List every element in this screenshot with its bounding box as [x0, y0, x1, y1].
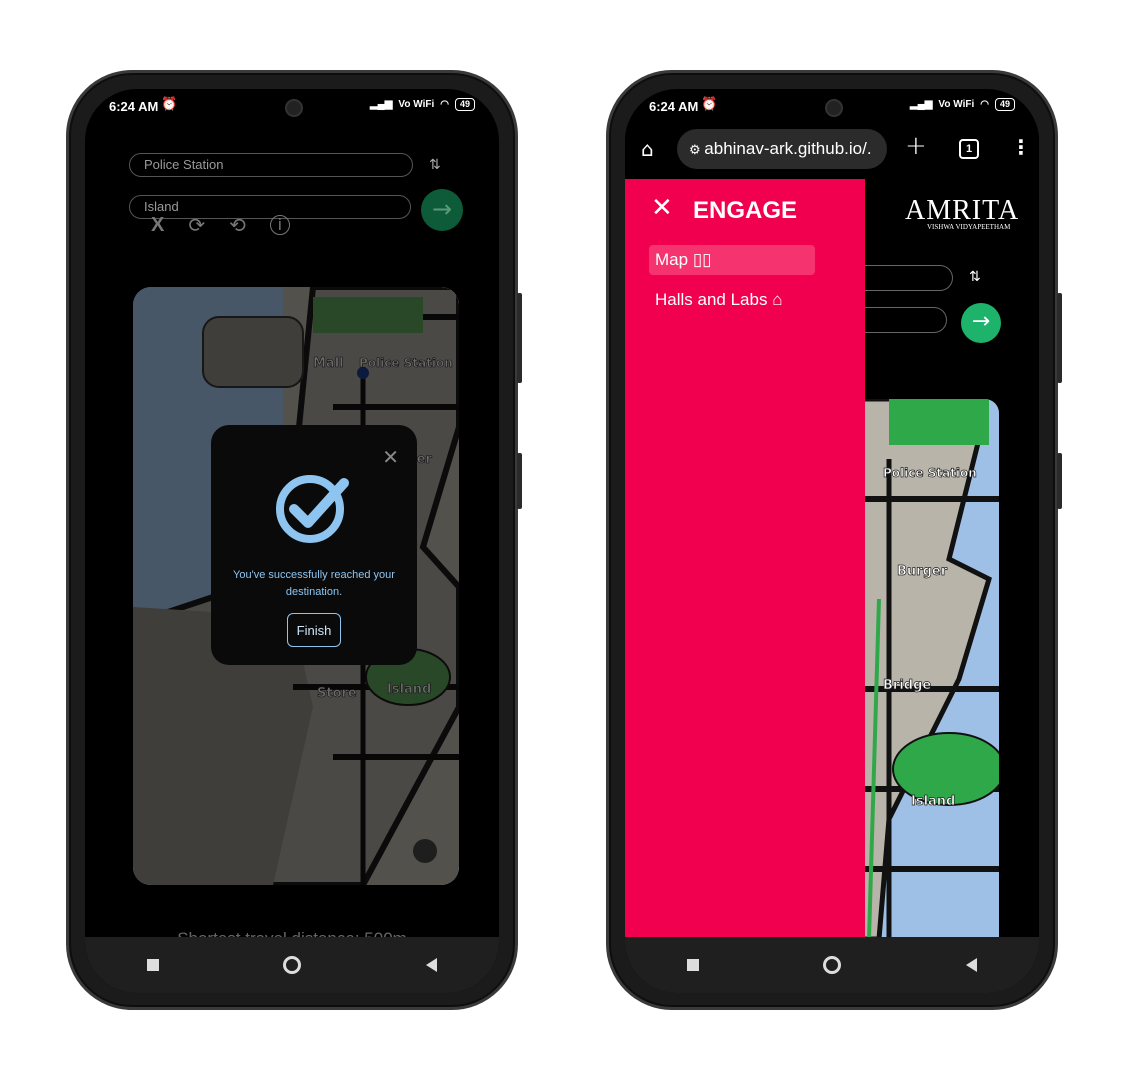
check-circle-icon: [276, 475, 349, 543]
recents-button[interactable]: [147, 959, 160, 971]
camera-cutout: [285, 99, 303, 117]
url-text: abhinav-ark.github.io/.: [704, 139, 872, 158]
source-input[interactable]: [863, 265, 953, 291]
right-screen: 6:24 AM ⏰ ▂▄▆ Vo WiFi ◠ 49 ⌂ ⚙ abhinav-a…: [625, 89, 1039, 993]
home-button[interactable]: [823, 956, 842, 974]
alarm-icon: ⏰: [161, 97, 178, 112]
alarm-icon: ⏰: [701, 97, 718, 112]
building-icon: ⌂: [772, 290, 783, 309]
go-button[interactable]: →: [961, 303, 1001, 343]
power-button: [517, 453, 522, 509]
site-settings-icon[interactable]: ⚙: [689, 142, 704, 157]
status-bar: 6:24 AM ⏰ ▂▄▆ Vo WiFi ◠ 49: [85, 89, 499, 123]
new-tab-icon[interactable]: +: [905, 131, 927, 161]
info-icon[interactable]: i: [269, 215, 290, 235]
volume-button: [1057, 293, 1062, 383]
close-drawer-icon[interactable]: ✕: [651, 193, 673, 223]
amrita-logo: AMRITA VISHWA VIDYAPEETHAM: [905, 195, 1020, 231]
nav-bar: [85, 937, 499, 993]
status-icons: ▂▄▆ Vo WiFi ◠ 49: [370, 98, 475, 111]
map-toolbar: X ⟳ ⟲ i: [151, 213, 290, 237]
map-label-island: Island: [911, 794, 955, 809]
success-dialog: ✕ You've successfully reached your desti…: [211, 425, 417, 665]
signal-icon: ▂▄▆: [909, 99, 933, 110]
volte-label: Vo WiFi: [398, 99, 435, 110]
drawer-item-halls-and-labs[interactable]: Halls and Labs ⌂: [649, 285, 788, 315]
close-icon[interactable]: ✕: [382, 445, 399, 469]
nav-drawer: ✕ ENGAGE Map ▯▯ Halls and Labs ⌂: [625, 179, 865, 937]
reset-icon[interactable]: ⟲: [229, 213, 246, 237]
refresh-icon[interactable]: ⟳: [188, 213, 205, 237]
home-button[interactable]: [283, 956, 302, 974]
drawer-item-label: Map: [655, 250, 689, 269]
swap-icon[interactable]: ⇅: [969, 269, 981, 285]
map-label-burger: Burger: [897, 564, 948, 579]
volte-label: Vo WiFi: [938, 99, 975, 110]
status-bar: 6:24 AM ⏰ ▂▄▆ Vo WiFi ◠ 49: [625, 89, 1039, 123]
tab-switcher[interactable]: 1: [959, 139, 979, 159]
map-graphic: Police Station Burger Bridge Island: [849, 399, 999, 939]
right-phone: 6:24 AM ⏰ ▂▄▆ Vo WiFi ◠ 49 ⌂ ⚙ abhinav-a…: [606, 70, 1062, 1010]
back-button[interactable]: [965, 958, 977, 972]
drawer-item-label: Halls and Labs: [655, 290, 768, 309]
destination-input[interactable]: [863, 307, 947, 333]
battery-icon: 49: [994, 98, 1015, 111]
campus-map[interactable]: Police Station Burger Bridge Island: [849, 399, 999, 939]
wifi-icon: ◠: [440, 99, 449, 110]
clear-button[interactable]: X: [151, 214, 164, 237]
brand-name: AMRITA: [905, 195, 1020, 226]
power-button: [1057, 453, 1062, 509]
status-icons: ▂▄▆ Vo WiFi ◠ 49: [910, 98, 1015, 111]
success-message: You've successfully reached your destina…: [233, 569, 395, 598]
recents-button[interactable]: [687, 959, 700, 971]
battery-icon: 49: [454, 98, 475, 111]
address-bar[interactable]: ⚙ abhinav-ark.github.io/.: [677, 129, 887, 169]
source-input[interactable]: Police Station: [129, 153, 413, 177]
map-label-bridge: Bridge: [883, 678, 931, 693]
home-icon[interactable]: ⌂: [641, 137, 654, 161]
map-label-police: Police Station: [883, 466, 977, 480]
drawer-title: ENGAGE: [693, 197, 798, 224]
swap-icon[interactable]: ⇅: [429, 157, 441, 173]
finish-button[interactable]: Finish: [287, 613, 341, 647]
drawer-item-map[interactable]: Map ▯▯: [649, 245, 815, 275]
signal-icon: ▂▄▆: [369, 99, 393, 110]
volume-button: [517, 293, 522, 383]
brand-subtitle: VISHWA VIDYAPEETHAM: [927, 223, 1011, 231]
left-phone: 6:24 AM ⏰ ▂▄▆ Vo WiFi ◠ 49 Police Statio…: [66, 70, 522, 1010]
wifi-icon: ◠: [980, 99, 989, 110]
back-button[interactable]: [425, 958, 437, 972]
nav-bar: [625, 937, 1039, 993]
camera-cutout: [825, 99, 843, 117]
browser-toolbar: ⌂ ⚙ abhinav-ark.github.io/. + 1 ⋮: [625, 123, 1039, 179]
map-icon: ▯▯: [692, 250, 712, 269]
left-screen: 6:24 AM ⏰ ▂▄▆ Vo WiFi ◠ 49 Police Statio…: [85, 89, 499, 993]
go-button[interactable]: →: [421, 189, 463, 231]
status-time: 6:24 AM: [649, 99, 699, 114]
status-time: 6:24 AM: [109, 99, 159, 114]
menu-icon[interactable]: ⋮: [1011, 135, 1031, 159]
